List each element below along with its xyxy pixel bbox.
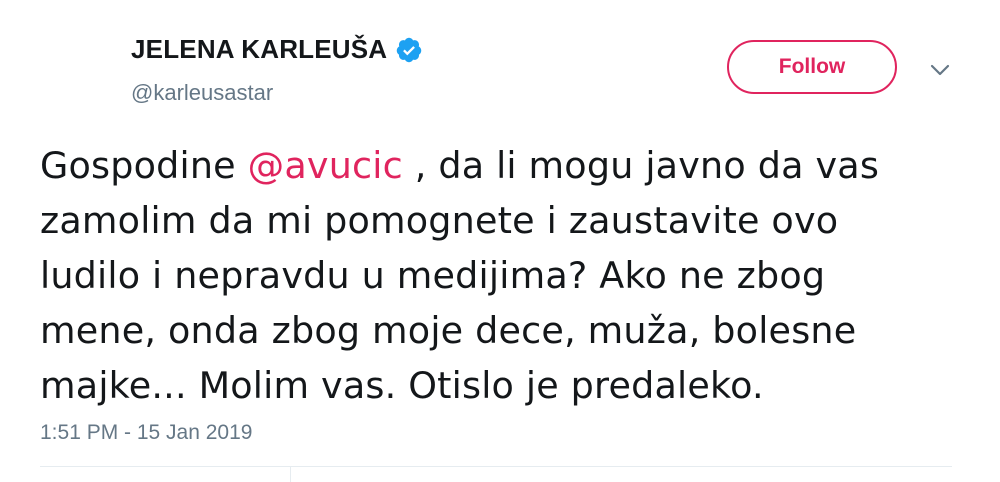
tweet-line-text: , da li mogu javno da vas xyxy=(402,144,880,187)
follow-button[interactable]: Follow xyxy=(727,40,897,94)
tweet-text: Gospodine @avucic , da li mogu javno da … xyxy=(40,138,970,413)
tweet-timestamp[interactable]: 1:51 PM - 15 Jan 2019 xyxy=(40,421,252,445)
divider xyxy=(40,466,952,467)
author-header: JELENA KARLEUŠA xyxy=(131,34,423,65)
verified-badge-icon xyxy=(397,37,422,62)
divider-tick xyxy=(290,466,291,482)
author-display-name[interactable]: JELENA KARLEUŠA xyxy=(131,34,387,65)
tweet-line: mene, onda zbog moje dece, muža, bolesne xyxy=(40,309,857,352)
tweet-line: ludilo i nepravdu u medijima? Ako ne zbo… xyxy=(40,254,826,297)
mention-link[interactable]: @avucic xyxy=(248,144,403,187)
author-handle[interactable]: @karleusastar xyxy=(131,80,273,106)
tweet-line: Gospodine @avucic , da li mogu javno da … xyxy=(40,138,970,193)
tweet-line-text: Gospodine xyxy=(40,144,248,187)
tweet-line: zamolim da mi pomognete i zaustavite ovo xyxy=(40,199,839,242)
chevron-down-icon[interactable] xyxy=(929,62,951,78)
tweet-line: majke... Molim vas. Otislo je predaleko. xyxy=(40,364,764,407)
